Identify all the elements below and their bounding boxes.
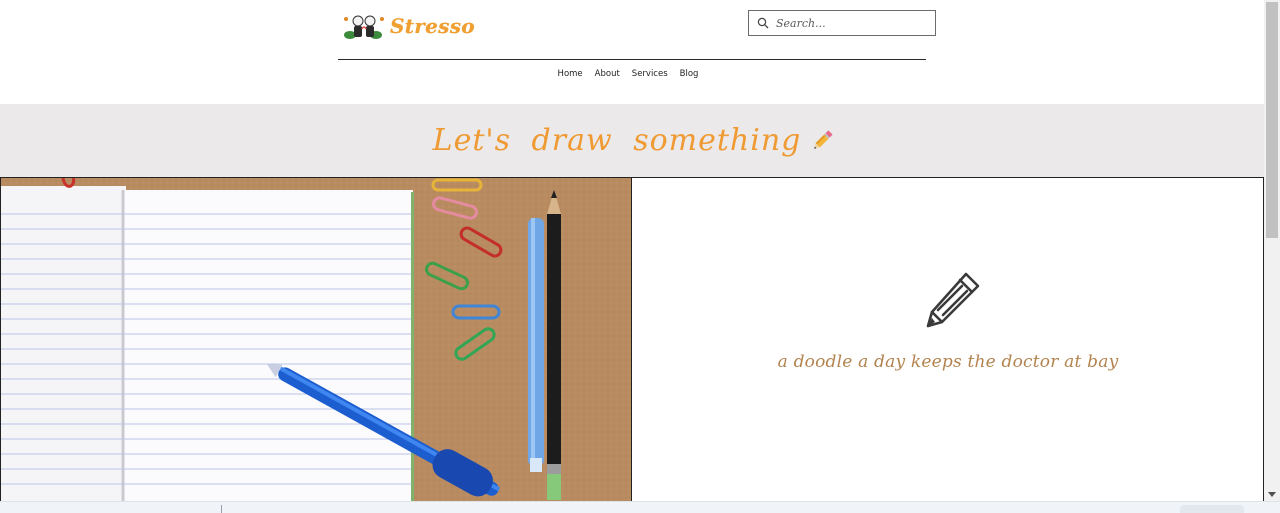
nav-services[interactable]: Services [632,69,668,79]
pencil-icon [920,266,986,332]
logo-illustration-icon [340,11,388,41]
header-divider [338,59,926,60]
search-input[interactable] [774,15,928,31]
feature-panel: a doodle a day keeps the doctor at bay [632,178,1264,502]
pencil-emoji-icon [809,128,835,154]
feature-tagline: a doodle a day keeps the doctor at bay [777,352,1119,372]
feature-section: a doodle a day keeps the doctor at bay [0,177,1264,502]
site-logo[interactable]: Stresso [340,10,475,42]
page: Stresso Home About Services Blog Let's d… [0,0,1280,513]
search-icon [756,16,770,30]
scrollbar-thumb[interactable] [1266,2,1278,238]
search-box[interactable] [748,10,936,36]
hero-banner: Let's draw something [0,104,1264,177]
logo-text: Stresso [390,14,475,38]
banner-title: Let's draw something [432,123,802,158]
nav-about[interactable]: About [595,69,620,79]
scroll-down-arrow-icon[interactable] [1268,492,1276,497]
main-nav: Home About Services Blog [0,69,1264,79]
nav-blog[interactable]: Blog [680,69,699,79]
site-header: Stresso Home About Services Blog [0,0,1264,104]
bottom-bar-tab[interactable] [1180,505,1244,513]
nav-home[interactable]: Home [558,69,583,79]
notebook-photo [0,178,632,502]
browser-bottom-bar [0,501,1280,513]
bottom-bar-separator [221,505,222,513]
vertical-scrollbar[interactable] [1264,0,1280,501]
